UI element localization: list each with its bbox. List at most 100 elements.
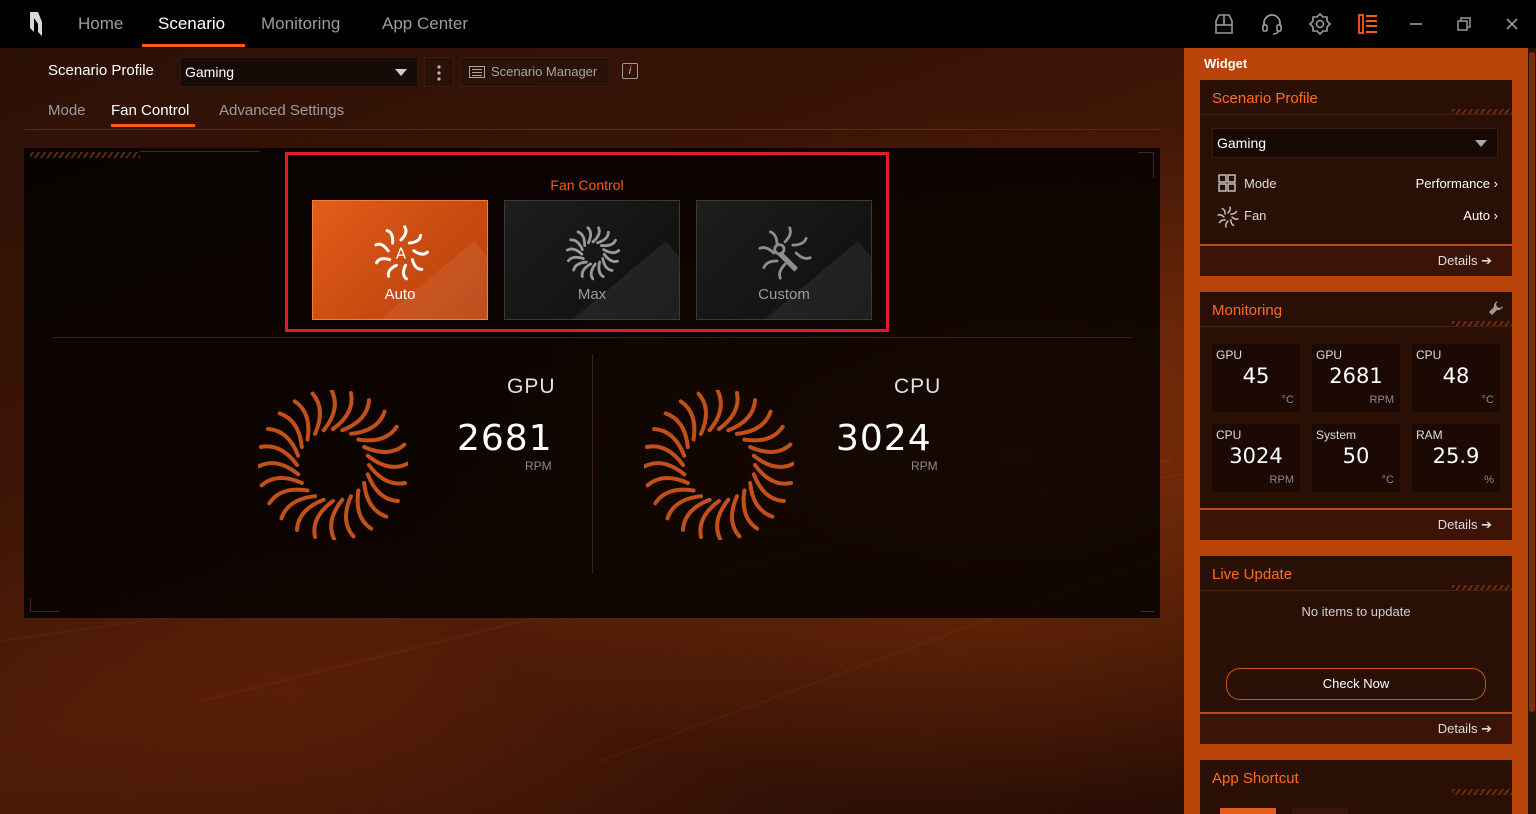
cpu-fan-icon — [644, 390, 794, 540]
arrow-right-icon: ➔ — [1481, 517, 1492, 532]
widget-mode-value-text: Performance — [1415, 176, 1491, 191]
widget-fan-value-text: Auto — [1463, 208, 1491, 223]
settings-icon[interactable] — [1308, 12, 1332, 36]
chevron-down-icon — [395, 69, 407, 76]
mode-grid-icon — [1218, 174, 1236, 192]
monitoring-card-title: Monitoring — [1212, 302, 1283, 319]
decor-line — [1153, 152, 1154, 178]
monitoring-details-link[interactable]: Details ➔ — [1438, 517, 1492, 533]
app-shortcut-card: App Shortcut — [1200, 760, 1512, 814]
scenario-manager-button[interactable]: Scenario Manager — [460, 57, 610, 87]
minimize-icon[interactable] — [1404, 12, 1428, 36]
tile-label: GPU — [1216, 348, 1243, 362]
tile-unit: °C — [1381, 474, 1394, 486]
tab-fan-control[interactable]: Fan Control — [111, 102, 189, 119]
live-update-details-link[interactable]: Details ➔ — [1438, 721, 1492, 737]
nav-tab-home[interactable]: Home — [78, 0, 123, 48]
details-label: Details — [1437, 721, 1478, 736]
tile-value: 2681 — [1329, 364, 1383, 388]
subtab-divider — [24, 129, 1160, 130]
fan-max-icon — [565, 226, 621, 281]
cpu-fan-rpm: 3024 — [836, 418, 932, 459]
live-update-card-footer: Details ➔ — [1200, 712, 1512, 744]
tile-value: 48 — [1442, 364, 1470, 388]
decor-line — [1138, 152, 1154, 153]
nav-tab-monitoring[interactable]: Monitoring — [261, 0, 340, 48]
arrow-right-icon: ➔ — [1481, 721, 1492, 736]
card-divider — [1200, 590, 1512, 591]
live-update-card: Live Update No items to update Details ➔ — [1200, 556, 1512, 744]
wrench-icon[interactable] — [1488, 300, 1504, 316]
nav-tab-app-center[interactable]: App Center — [382, 0, 468, 48]
info-icon[interactable]: i — [622, 63, 638, 79]
close-icon[interactable] — [1500, 12, 1524, 36]
monitoring-card: Monitoring GPU 45 °C GPU 2681 RPM CPU 48… — [1200, 292, 1512, 540]
monitor-tile-ram: RAM 25.9 % — [1412, 424, 1500, 492]
fan-mode-auto-button[interactable]: A Auto — [312, 200, 488, 320]
fan-divider — [592, 354, 593, 574]
widget-icon[interactable] — [1212, 12, 1236, 36]
fan-mode-auto-label: Auto — [384, 286, 416, 303]
decor-line — [1140, 611, 1154, 612]
fan-mode-max-label: Max — [577, 286, 607, 303]
tile-value: 25.9 — [1432, 444, 1480, 468]
tile-value: 50 — [1342, 444, 1370, 468]
kebab-icon — [437, 65, 441, 81]
scenario-profile-dropdown[interactable]: Gaming — [180, 57, 418, 87]
widget-scrollbar-thumb[interactable] — [1529, 52, 1535, 712]
arrow-right-icon: ➔ — [1481, 253, 1492, 268]
tile-label: System — [1316, 428, 1357, 442]
active-tab-indicator — [142, 44, 245, 47]
scenario-profile-label: Scenario Profile — [48, 62, 154, 79]
widget-fan-value[interactable]: Auto › — [1463, 208, 1498, 223]
tab-advanced-settings[interactable]: Advanced Settings — [219, 102, 344, 119]
list-icon — [469, 66, 485, 78]
svg-text:A: A — [396, 245, 407, 263]
widget-profile-value: Gaming — [1217, 135, 1267, 151]
fan-mode-max-button[interactable]: Max — [504, 200, 680, 320]
list-icon[interactable] — [1356, 12, 1380, 36]
tile-label: CPU — [1416, 348, 1442, 362]
widget-mode-label: Mode — [1244, 176, 1277, 191]
decor-line — [140, 151, 260, 152]
tile-unit: °C — [1281, 394, 1294, 406]
cpu-fan-unit: RPM — [911, 459, 938, 473]
tab-mode[interactable]: Mode — [48, 102, 86, 119]
chevron-right-icon: › — [1493, 176, 1498, 191]
scenario-profile-card-title: Scenario Profile — [1212, 90, 1318, 107]
tile-unit: °C — [1481, 394, 1494, 406]
tile-value: 45 — [1242, 364, 1270, 388]
check-now-button[interactable]: Check Now — [1226, 668, 1486, 700]
active-subtab-indicator — [111, 124, 195, 127]
app-shortcut-card-title: App Shortcut — [1212, 770, 1299, 787]
tile-label: GPU — [1316, 348, 1343, 362]
tile-label: RAM — [1416, 428, 1443, 442]
scenario-card-footer: Details ➔ — [1200, 244, 1512, 276]
card-divider — [1200, 326, 1512, 327]
decor-hatch — [1452, 789, 1512, 795]
scenario-profile-value: Gaming — [185, 64, 235, 80]
app-shortcut-item[interactable] — [1220, 808, 1276, 814]
app-shortcut-item[interactable] — [1292, 808, 1348, 814]
details-label: Details — [1437, 517, 1478, 532]
decor-line — [30, 611, 60, 612]
tile-value: 3024 — [1229, 444, 1283, 468]
nav-tab-scenario[interactable]: Scenario — [158, 0, 225, 48]
fan-icon — [1217, 206, 1239, 228]
monitor-tile-gpu-rpm: GPU 2681 RPM — [1312, 344, 1400, 412]
fan-mode-custom-button[interactable]: Custom — [696, 200, 872, 320]
tile-unit: RPM — [1369, 394, 1394, 406]
chevron-down-icon — [1475, 140, 1487, 147]
restore-icon[interactable] — [1452, 12, 1476, 36]
widget-profile-dropdown[interactable]: Gaming — [1212, 128, 1498, 158]
scenario-profile-card: Scenario Profile Gaming Mode Performance… — [1200, 80, 1512, 276]
decor-hatch — [30, 152, 140, 158]
cpu-fan-label: CPU — [894, 375, 942, 398]
widget-mode-value[interactable]: Performance › — [1416, 176, 1498, 191]
monitor-tile-gpu-temp: GPU 45 °C — [1212, 344, 1300, 412]
more-options-button[interactable] — [424, 57, 454, 87]
fan-auto-icon: A — [374, 225, 429, 281]
scenario-details-link[interactable]: Details ➔ — [1438, 253, 1492, 269]
gpu-fan-unit: RPM — [525, 459, 552, 473]
headset-icon[interactable] — [1260, 12, 1284, 36]
